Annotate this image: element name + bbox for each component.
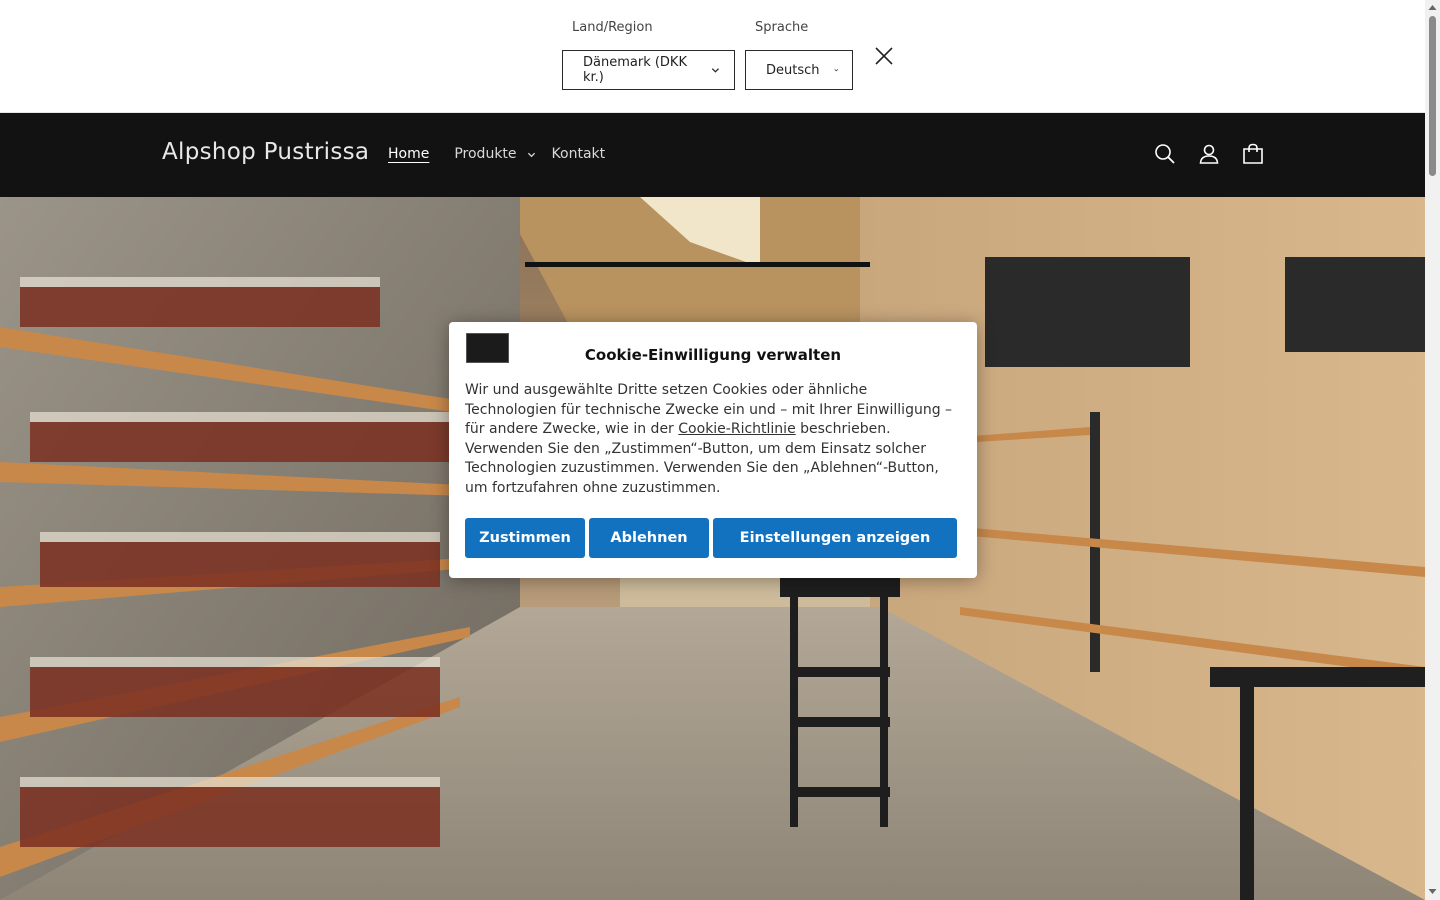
language-value: Deutsch	[766, 62, 820, 78]
cookie-buttons: Zustimmen Ablehnen Einstellungen anzeige…	[465, 518, 957, 558]
nav-produkte-label: Produkte	[454, 146, 517, 162]
settings-button[interactable]: Einstellungen anzeigen	[713, 518, 957, 558]
reject-button[interactable]: Ablehnen	[589, 518, 709, 558]
close-icon[interactable]	[872, 44, 896, 68]
search-icon[interactable]	[1153, 142, 1177, 166]
cart-icon[interactable]	[1241, 142, 1265, 166]
brand-logo[interactable]: Alpshop Pustrissa	[162, 139, 369, 165]
cookie-consent-dialog: Cookie-Einwilligung verwalten Wir und au…	[449, 322, 977, 578]
chevron-down-icon	[527, 152, 535, 157]
chevron-down-icon	[833, 69, 838, 72]
cookie-description: Wir und ausgewählte Dritte setzen Cookie…	[465, 381, 961, 498]
nav-kontakt[interactable]: Kontakt	[552, 146, 606, 162]
main-nav: Home Produkte Kontakt	[388, 146, 605, 162]
localization-bar: Land/Region Dänemark (DKK kr.) Sprache D…	[0, 0, 1425, 113]
chevron-down-icon	[712, 68, 720, 73]
country-value: Dänemark (DKK kr.)	[583, 55, 687, 85]
country-label: Land/Region	[572, 20, 653, 35]
nav-produkte[interactable]: Produkte	[454, 146, 535, 162]
nav-home[interactable]: Home	[388, 146, 429, 162]
cookie-title: Cookie-Einwilligung verwalten	[584, 346, 842, 364]
language-select[interactable]: Deutsch	[745, 50, 853, 90]
account-icon[interactable]	[1197, 142, 1221, 166]
scrollbar[interactable]	[1425, 0, 1440, 900]
country-selector: Land/Region Dänemark (DKK kr.)	[562, 20, 735, 90]
country-select[interactable]: Dänemark (DKK kr.)	[562, 50, 735, 90]
scroll-thumb[interactable]	[1429, 16, 1436, 176]
cookie-policy-link[interactable]: Cookie-Richtlinie	[678, 421, 795, 437]
language-label: Sprache	[755, 20, 809, 35]
site-header: Alpshop Pustrissa Home Produkte Kontakt	[0, 113, 1425, 197]
scroll-up-arrow-icon[interactable]	[1428, 4, 1437, 11]
accept-button[interactable]: Zustimmen	[465, 518, 585, 558]
scroll-down-arrow-icon[interactable]	[1428, 888, 1437, 895]
language-selector: Sprache Deutsch	[745, 20, 853, 90]
